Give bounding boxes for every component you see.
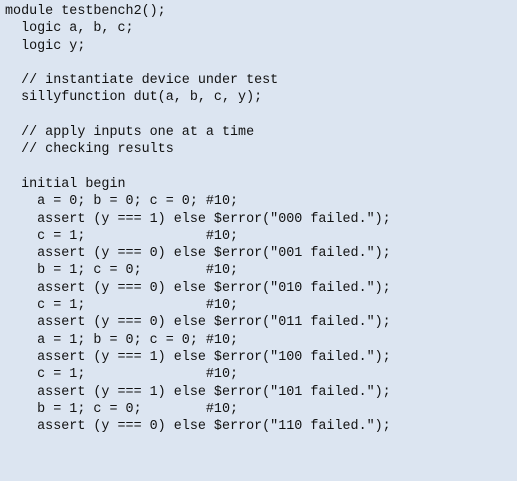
code-line: // instantiate device under test	[5, 73, 279, 89]
code-line: assert (y === 0) else $error("110 failed…	[5, 419, 391, 435]
code-lines: module testbench2(); logic a, b, c; logi…	[5, 3, 391, 435]
code-line: assert (y === 1) else $error("000 failed…	[5, 211, 391, 227]
code-line: b = 1; c = 0; #10;	[5, 401, 239, 417]
code-line: c = 1; #10;	[5, 228, 239, 244]
code-line: assert (y === 0) else $error("011 failed…	[5, 315, 391, 331]
code-line: b = 1; c = 0; #10;	[5, 263, 239, 279]
code-line: // apply inputs one at a time	[5, 125, 255, 141]
code-line: c = 1; #10;	[5, 367, 239, 383]
code-line: // checking results	[5, 142, 174, 158]
code-line: a = 1; b = 0; c = 0; #10;	[5, 332, 239, 348]
code-line: logic a, b, c;	[5, 21, 134, 37]
code-line: logic y;	[5, 38, 86, 54]
code-line: module testbench2();	[5, 4, 166, 19]
code-line: assert (y === 0) else $error("001 failed…	[5, 246, 391, 262]
code-line: assert (y === 0) else $error("010 failed…	[5, 280, 391, 296]
code-line: a = 0; b = 0; c = 0; #10;	[5, 194, 239, 210]
code-line: c = 1; #10;	[5, 298, 239, 314]
code-line: sillyfunction dut(a, b, c, y);	[5, 90, 263, 106]
code-listing-panel: module testbench2(); logic a, b, c; logi…	[0, 0, 517, 481]
code-line: assert (y === 1) else $error("101 failed…	[5, 384, 391, 400]
code-line: assert (y === 1) else $error("100 failed…	[5, 349, 391, 365]
code-line: initial begin	[5, 176, 126, 192]
